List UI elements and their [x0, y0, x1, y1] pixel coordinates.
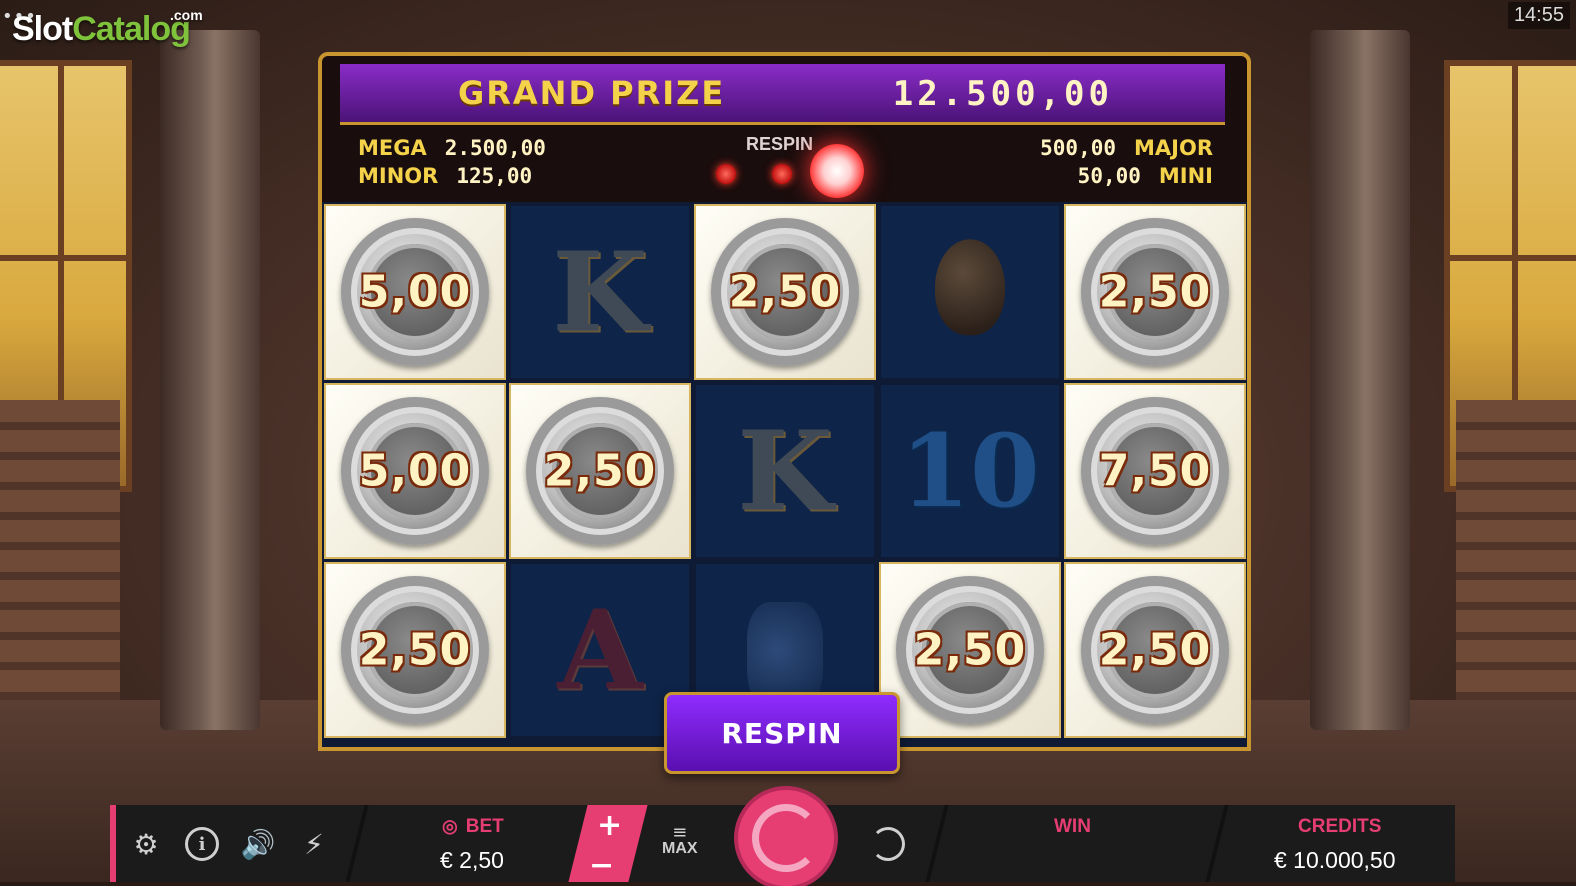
jackpot-panel: GRAND PRIZE 12.500,00 MEGA 2.500,00 MINOR… — [318, 52, 1251, 210]
reel-cell-symbol: 10 — [881, 385, 1059, 557]
bet-increase-button[interactable]: + — [597, 808, 622, 843]
symbol-a: A — [557, 585, 643, 715]
coin-value: 2,50 — [358, 624, 472, 676]
coin-value: 2,50 — [1098, 266, 1212, 318]
respin-indicator-dot — [716, 164, 736, 184]
respin-counter-label: RESPIN — [746, 134, 814, 154]
bet-label-text: BET — [465, 816, 504, 837]
jackpot-minor: MINOR 125,00 — [358, 164, 532, 188]
coin-value: 5,00 — [358, 266, 472, 318]
background-pillar-right — [1310, 30, 1410, 730]
credits-value: € 10.000,50 — [1274, 847, 1396, 873]
jackpot-major-label: MAJOR — [1134, 136, 1213, 160]
coin-value: 5,00 — [358, 445, 472, 497]
max-bet-label: MAX — [662, 840, 698, 857]
reel-cell-symbol — [881, 206, 1059, 378]
jackpot-major-value: 500,00 — [1040, 136, 1116, 160]
jackpot-minor-label: MINOR — [358, 164, 439, 188]
turbo-icon[interactable]: ⚡ — [296, 826, 332, 862]
max-bet-button[interactable]: ≡ MAX — [662, 822, 698, 858]
coin-value: 2,50 — [543, 445, 657, 497]
egg-icon — [935, 239, 1005, 336]
reel-area: 5,00 K 2,50 2,50 5,00 2,50 K 10 7,50 2,50 A 2,50 2,5… — [318, 202, 1251, 751]
symbol-k: K — [737, 406, 833, 536]
logo-main: Slot — [12, 10, 73, 48]
respin-indicator-dot-active — [810, 144, 864, 198]
reel-cell-coin: 2,50 — [509, 383, 691, 559]
reel-cell-coin: 2,50 — [879, 562, 1061, 738]
win-label: WIN — [1054, 816, 1091, 837]
bet-label: ◎ BET — [442, 816, 504, 838]
grand-prize-bar: GRAND PRIZE 12.500,00 — [340, 64, 1225, 125]
reel-cell-coin: 2,50 — [324, 562, 506, 738]
jackpot-mini: 50,00 MINI — [1078, 164, 1213, 188]
jackpot-minor-value: 125,00 — [456, 164, 533, 188]
reel-cell-coin: 5,00 — [324, 383, 506, 559]
background-stairs-left — [0, 400, 120, 730]
credits-label: CREDITS — [1298, 816, 1382, 837]
info-icon[interactable]: i — [184, 826, 220, 862]
gear-icon[interactable]: ⚙ — [128, 826, 164, 862]
max-bet-icon: ≡ — [672, 822, 688, 843]
coin-value: 2,50 — [1098, 624, 1212, 676]
bet-value: € 2,50 — [440, 847, 504, 873]
control-bar-accent — [110, 805, 116, 882]
respin-indicator-dot — [772, 164, 792, 184]
reel-cell-symbol: K — [696, 385, 874, 557]
symbol-10: 10 — [900, 412, 1040, 530]
bet-coin-icon: ◎ — [442, 816, 458, 836]
jackpot-mega-value: 2.500,00 — [444, 136, 546, 160]
spin-icon — [752, 804, 820, 872]
bet-decrease-button[interactable]: − — [589, 848, 614, 883]
watermark-logo: SlotCatalog .com — [12, 7, 203, 49]
reel-cell-coin: 2,50 — [1064, 204, 1246, 380]
logo-suffix: .com — [170, 7, 203, 23]
symbol-k: K — [552, 227, 648, 357]
autoplay-icon[interactable] — [870, 826, 906, 862]
coin-value: 2,50 — [913, 624, 1027, 676]
coin-value: 7,50 — [1098, 445, 1212, 497]
reel-cell-symbol: K — [511, 206, 689, 378]
reel-cell-coin: 5,00 — [324, 204, 506, 380]
spin-button[interactable] — [738, 790, 834, 886]
reel-cell-symbol: A — [511, 564, 689, 736]
reel-grid: 5,00 K 2,50 2,50 5,00 2,50 K 10 7,50 2,50 A 2,50 2,5… — [324, 204, 1246, 738]
reel-cell-coin: 2,50 — [694, 204, 876, 380]
grand-prize-label: GRAND PRIZE — [458, 74, 726, 112]
reel-cell-coin: 2,50 — [1064, 562, 1246, 738]
jackpot-major: 500,00 MAJOR — [1040, 136, 1213, 160]
grand-prize-value: 12.500,00 — [892, 74, 1113, 114]
reel-cell-coin: 7,50 — [1064, 383, 1246, 559]
sound-icon[interactable]: 🔊 — [240, 826, 276, 862]
respin-button[interactable]: RESPIN — [664, 692, 900, 774]
background-stairs-right — [1456, 400, 1576, 730]
background-pillar-left — [160, 30, 260, 730]
jackpot-mega-label: MEGA — [358, 136, 427, 160]
coin-value: 2,50 — [728, 266, 842, 318]
jackpot-mini-value: 50,00 — [1077, 164, 1141, 188]
system-clock: 14:55 — [1507, 2, 1570, 29]
jackpot-mini-label: MINI — [1158, 164, 1213, 188]
jackpot-mega: MEGA 2.500,00 — [358, 136, 546, 160]
